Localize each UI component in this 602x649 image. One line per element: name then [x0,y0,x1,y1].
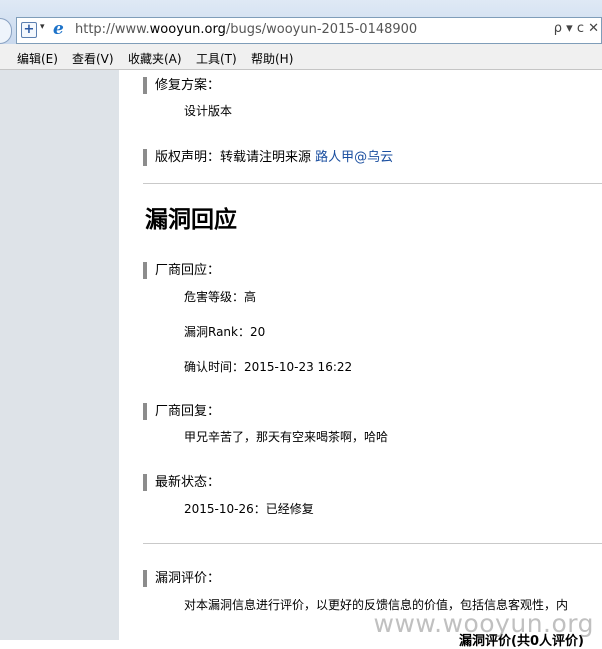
latest-status-label: 最新状态： [143,474,220,491]
ie-logo-icon: e [53,19,64,39]
menu-view[interactable]: 查看(V) [72,50,114,67]
menu-edit[interactable]: 编辑(E) [17,50,58,67]
url-prefix: http://www. [75,22,150,37]
menu-bar: 编辑(E) 查看(V) 收藏夹(A) 工具(T) 帮助(H) [0,44,602,70]
compatibility-view-icon[interactable]: + [21,22,37,38]
watermark: www.wooyun.org [373,609,594,638]
latest-status-text: 2015-10-26：已经修复 [184,502,314,516]
url-text[interactable]: http://www.wooyun.org/bugs/wooyun-2015-0… [75,22,417,37]
vendor-response-label: 厂商回应： [143,262,220,279]
copyright-notice: 版权声明：转载请注明来源 路人甲@乌云 [143,149,393,166]
copyright-label: 版权声明：转载请注明来源 [155,150,312,165]
page-content: 修复方案： 设计版本 版权声明：转载请注明来源 路人甲@乌云 漏洞回应 厂商回应… [119,70,602,649]
url-path: /bugs/wooyun-2015-0148900 [225,22,418,37]
fix-text: 设计版本 [184,104,233,118]
danger-level: 危害等级：高 [184,290,257,304]
chevron-down-icon[interactable]: ▾ [40,22,45,32]
divider [143,543,602,544]
back-button[interactable] [0,18,12,44]
confirm-time: 确认时间：2015-10-23 16:22 [184,360,353,374]
vendor-reply-label: 厂商回复： [143,403,220,420]
url-field[interactable]: + ▾ e http://www.wooyun.org/bugs/wooyun-… [16,17,602,44]
menu-help[interactable]: 帮助(H) [251,50,293,67]
evaluation-label: 漏洞评价： [143,570,220,587]
address-bar: + ▾ e http://www.wooyun.org/bugs/wooyun-… [0,0,602,44]
section-heading: 漏洞回应 [145,206,237,233]
vendor-reply-text: 甲兄辛苦了，那天有空来喝茶啊，哈哈 [184,430,389,444]
fix-label: 修复方案： [143,77,220,94]
author-link[interactable]: 路人甲@乌云 [315,150,393,165]
bug-rank: 漏洞Rank：20 [184,325,266,339]
search-refresh-stop-controls[interactable]: ρ ▾ c ✕ [554,21,599,36]
menu-tools[interactable]: 工具(T) [196,50,237,67]
menu-favorites[interactable]: 收藏夹(A) [128,50,182,67]
divider [143,183,602,184]
page-left-margin [0,70,119,640]
url-host: wooyun.org [149,22,226,37]
